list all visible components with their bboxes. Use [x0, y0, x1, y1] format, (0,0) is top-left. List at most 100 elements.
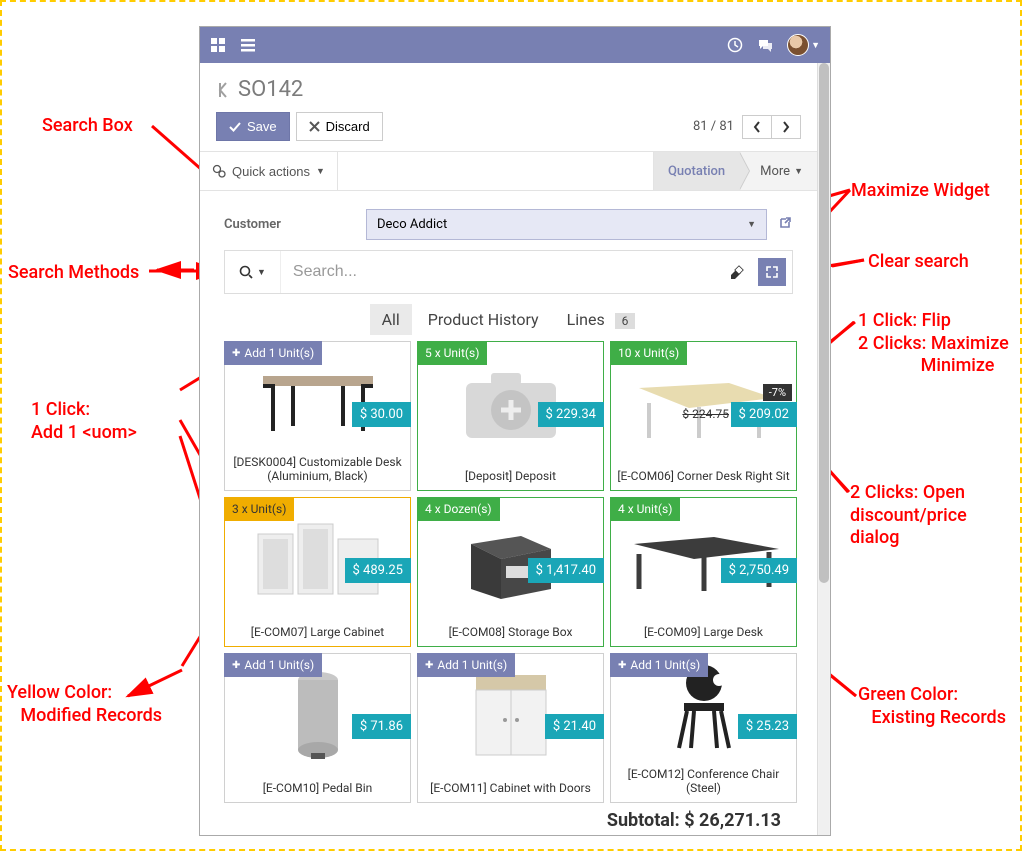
product-badge[interactable]: 4 x Dozen(s) — [417, 497, 500, 521]
quick-actions-button[interactable]: Quick actions ▼ — [200, 152, 338, 190]
product-name: [E-COM06] Corner Desk Right Sit — [611, 464, 796, 490]
avatar — [787, 34, 809, 56]
product-price[interactable]: $ 1,417.40 — [528, 558, 604, 583]
customer-select[interactable]: Deco Addict ▼ — [366, 209, 767, 240]
product-card[interactable]: ✚Add 1 Unit(s)$ 71.86[E-COM10] Pedal Bin — [224, 653, 411, 803]
product-badge[interactable]: 3 x Unit(s) — [224, 497, 294, 521]
discard-button[interactable]: Discard — [296, 112, 383, 141]
expand-icon — [765, 265, 779, 279]
customer-value: Deco Addict — [377, 217, 447, 232]
pager-prev-button[interactable] — [742, 115, 772, 139]
discard-button-label: Discard — [326, 119, 370, 134]
pager-text: 81 / 81 — [693, 119, 734, 134]
product-badge-label: Add 1 Unit(s) — [244, 658, 314, 672]
product-badge-label: 4 x Dozen(s) — [425, 502, 492, 516]
product-badge[interactable]: ✚ Add 1 Unit(s) — [224, 341, 322, 365]
product-name: [E-COM12] Conference Chair (Steel) — [611, 762, 796, 802]
user-menu[interactable]: ▼ — [787, 34, 820, 56]
navbar: ▼ — [200, 27, 830, 63]
search-mode-button[interactable]: ▼ — [225, 251, 281, 293]
product-badge[interactable]: 10 x Unit(s) — [610, 341, 687, 365]
status-quotation[interactable]: Quotation — [653, 152, 739, 190]
status-more[interactable]: More ▼ — [739, 152, 817, 190]
product-old-price: $ 224.75 — [682, 407, 729, 421]
product-card[interactable]: ✚ Add 1 Unit(s) $ 30.00 [DESK0004] Customiz… — [224, 341, 411, 491]
plus-icon: ✚ — [232, 348, 240, 359]
product-price[interactable]: $ 25.23 — [738, 714, 797, 739]
save-button[interactable]: Save — [216, 112, 290, 141]
caret-down-icon: ▼ — [794, 166, 803, 177]
product-badge[interactable]: ✚Add 1 Unit(s) — [417, 653, 515, 677]
anno-flip: 1 Click: Flip 2 Clicks: Maximize Minimiz… — [858, 310, 1009, 378]
clear-search-button[interactable] — [716, 251, 756, 293]
subtotal: Subtotal: $ 26,271.13 — [607, 810, 781, 831]
product-card[interactable]: 4 x Dozen(s) $ 1,417.40 [E-COM08] Storage … — [417, 497, 604, 647]
scrollbar-thumb[interactable] — [819, 63, 829, 583]
product-badge-label: Add 1 Unit(s) — [244, 346, 314, 360]
search-bar: ▼ — [224, 250, 793, 294]
subtotal-value: $ 26,271.13 — [684, 810, 781, 831]
anno-search-methods: Search Methods — [8, 262, 139, 285]
app-window: ▼ SO142 Save Discard 8 — [199, 26, 831, 836]
menu-icon[interactable] — [240, 37, 256, 53]
product-badge[interactable]: ✚ Add 1 Unit(s) — [610, 653, 708, 677]
chevron-right-icon — [782, 121, 790, 133]
tab-lines-count: 6 — [615, 313, 636, 329]
customer-label: Customer — [224, 217, 344, 232]
product-price[interactable]: $ 30.00 — [352, 402, 411, 427]
anno-open-dialog: 2 Clicks: Open discount/price dialog — [850, 482, 967, 550]
tab-lines[interactable]: Lines 6 — [555, 304, 648, 335]
pager-next-button[interactable] — [772, 115, 801, 139]
search-input[interactable] — [281, 251, 716, 293]
product-card[interactable]: 10 x Unit(s) -7% $ 224.75$ 209.02 [E-COM06]… — [610, 341, 797, 491]
tab-all-label: All — [382, 310, 400, 329]
product-badge[interactable]: 5 x Unit(s) — [417, 341, 487, 365]
gears-icon — [212, 164, 226, 178]
clock-icon[interactable] — [727, 37, 743, 53]
chevron-left-icon — [753, 121, 761, 133]
page-title: SO142 — [238, 77, 303, 102]
product-price[interactable]: $ 229.34 — [538, 402, 605, 427]
product-name: [E-COM08] Storage Box — [418, 620, 603, 646]
product-price[interactable]: $ 209.02 — [731, 402, 798, 427]
plus-icon: ✚ — [425, 660, 433, 671]
caret-down-icon: ▼ — [316, 166, 325, 176]
external-link-icon[interactable] — [777, 215, 793, 235]
eraser-icon — [728, 264, 744, 280]
product-badge-label: 4 x Unit(s) — [618, 502, 672, 516]
product-name: [E-COM11] Cabinet with Doors — [418, 776, 603, 802]
product-card[interactable]: 5 x Unit(s) $ 229.34 [Deposit] Deposit — [417, 341, 604, 491]
tab-all[interactable]: All — [370, 304, 412, 335]
product-price[interactable]: $ 71.86 — [352, 714, 411, 739]
caret-down-icon: ▼ — [747, 219, 756, 230]
main-area: SO142 Save Discard 81 / 81 — [200, 63, 818, 835]
product-badge-label: 10 x Unit(s) — [618, 346, 679, 360]
maximize-widget-button[interactable] — [758, 258, 786, 286]
product-badge-label: 5 x Unit(s) — [425, 346, 479, 360]
product-name: [Deposit] Deposit — [418, 464, 603, 490]
product-badge[interactable]: 4 x Unit(s) — [610, 497, 680, 521]
check-icon — [229, 121, 241, 133]
product-price[interactable]: $ 489.25 — [345, 558, 412, 583]
product-card[interactable]: ✚ Add 1 Unit(s) $ 25.23 [E-COM12] Conferenc… — [610, 653, 797, 803]
tab-product-history[interactable]: Product History — [416, 304, 551, 335]
product-badge[interactable]: ✚Add 1 Unit(s) — [224, 653, 322, 677]
product-badge-label: Add 1 Unit(s) — [630, 658, 700, 672]
discount-badge: -7% — [763, 384, 792, 401]
breadcrumb-prev-icon[interactable] — [216, 81, 232, 99]
anno-yellow: Yellow Color: Modified Records — [7, 682, 162, 727]
anno-maximize-widget: Maximize Widget — [851, 180, 990, 203]
save-button-label: Save — [247, 119, 277, 134]
anno-clear-search: Clear search — [868, 251, 969, 274]
chat-icon[interactable] — [757, 37, 773, 53]
product-price[interactable]: $ 2,750.49 — [721, 558, 797, 583]
product-card[interactable]: 4 x Unit(s)$ 2,750.49[E-COM09] Large Des… — [610, 497, 797, 647]
product-card[interactable]: ✚Add 1 Unit(s) $ 21.40 [E-COM11] Cabinet w… — [417, 653, 604, 803]
product-card[interactable]: 3 x Unit(s)$ 489.25[E-COM07] Large Cabin… — [224, 497, 411, 647]
tab-history-label: Product History — [428, 310, 539, 329]
product-name: [DESK0004] Customizable Desk (Aluminium,… — [225, 450, 410, 490]
anno-one-click-add: 1 Click: Add 1 <uom> — [31, 399, 137, 444]
product-price[interactable]: $ 21.40 — [545, 714, 604, 739]
apps-icon[interactable] — [210, 37, 226, 53]
plus-icon: ✚ — [618, 660, 626, 671]
